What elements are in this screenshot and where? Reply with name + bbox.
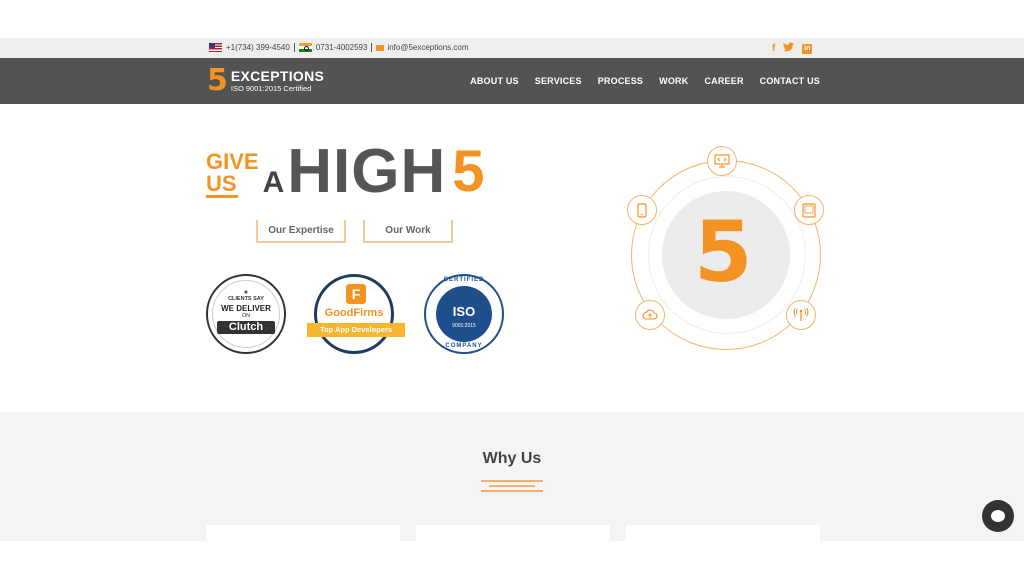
mobile-icon — [627, 195, 657, 225]
logo-digit: 5 — [207, 63, 228, 98]
hero-headline: GIVE US A HIGH 5 — [206, 137, 485, 206]
twitter-icon[interactable] — [783, 42, 795, 55]
clutch-line2: WE DELIVER — [221, 304, 271, 313]
hero-high: HIGH — [287, 137, 447, 206]
why-us-section: Why Us — [0, 412, 1024, 541]
star-icon: ★ — [243, 290, 249, 296]
why-us-heading: Why Us — [482, 450, 542, 467]
give-us-stack: GIVE US — [206, 151, 259, 198]
cloud-icon — [635, 300, 665, 330]
facebook-icon[interactable]: f — [772, 43, 775, 54]
brand-texts: EXCEPTIONS ISO 9001:2015 Certified — [230, 68, 325, 94]
hero-give: GIVE — [206, 149, 259, 174]
contact-list: +1(734) 399-4540 0731-4002593 info@5exce… — [209, 43, 469, 52]
nav-work[interactable]: WORK — [659, 76, 688, 86]
us-phone-link[interactable]: +1(734) 399-4540 — [226, 43, 290, 52]
clutch-badge-inner: ★ CLIENTS SAY WE DELIVER ON Clutch — [212, 280, 280, 348]
goodfirms-brand: GoodFirms — [324, 307, 384, 319]
iso-top-text: CERTIFIED — [443, 277, 485, 283]
email-link[interactable]: info@5exceptions.com — [387, 43, 468, 52]
brand-tagline: ISO 9001:2015 Certified — [230, 84, 312, 93]
why-card — [206, 525, 400, 541]
our-expertise-button[interactable]: Our Expertise — [256, 220, 346, 243]
india-flag-icon — [298, 43, 312, 52]
why-card — [626, 525, 820, 541]
code-monitor-icon — [707, 146, 737, 176]
social-links: f in — [772, 42, 813, 55]
goodfirms-logo-icon: F — [346, 284, 366, 304]
why-card — [416, 525, 610, 541]
heading-underline — [481, 490, 543, 492]
heading-underline — [489, 485, 535, 487]
clutch-line3: ON — [241, 313, 251, 319]
us-flag-icon — [209, 43, 222, 52]
brand-logo[interactable]: 5 EXCEPTIONS ISO 9001:2015 Certified — [207, 63, 325, 98]
wifi-icon — [786, 300, 816, 330]
orbit-core-digit: 5 — [694, 203, 753, 301]
divider — [371, 43, 373, 52]
top-info-bar: +1(734) 399-4540 0731-4002593 info@5exce… — [0, 38, 1024, 58]
goodfirms-ribbon: Top App Developers — [307, 323, 405, 337]
nav-about-us[interactable]: ABOUT US — [470, 76, 519, 86]
brand-name: EXCEPTIONS — [230, 68, 325, 84]
hero-five: 5 — [452, 139, 485, 204]
heading-underline — [481, 480, 543, 482]
nav-career[interactable]: CAREER — [704, 76, 743, 86]
divider — [293, 43, 295, 52]
chat-widget-button[interactable] — [982, 500, 1014, 532]
main-navbar: 5 EXCEPTIONS ISO 9001:2015 Certified ABO… — [0, 58, 1024, 104]
linkedin-icon[interactable]: in — [802, 43, 813, 54]
india-phone-link[interactable]: 0731-4002593 — [316, 43, 368, 52]
iso-badge[interactable]: CERTIFIED ISO 9001:2015 COMPANY — [424, 274, 504, 354]
hero-us: US — [206, 171, 238, 198]
hero-a: A — [262, 166, 285, 199]
iso-number: 9001:2015 — [452, 323, 476, 329]
nav-services[interactable]: SERVICES — [535, 76, 582, 86]
chat-bubble-icon — [991, 510, 1005, 522]
main-menu: ABOUT US SERVICES PROCESS WORK CAREER CO… — [470, 76, 820, 86]
our-work-button[interactable]: Our Work — [363, 220, 453, 243]
nav-process[interactable]: PROCESS — [598, 76, 643, 86]
iso-mark: ISO — [452, 304, 476, 319]
mail-icon — [376, 44, 385, 51]
goodfirms-badge[interactable]: F GoodFirms Top App Developers — [307, 274, 405, 354]
nav-contact-us[interactable]: CONTACT US — [760, 76, 820, 86]
clutch-line1: CLIENTS SAY — [228, 296, 264, 302]
clutch-brand: Clutch — [217, 321, 275, 334]
tablet-icon — [794, 195, 824, 225]
clutch-badge[interactable]: ★ CLIENTS SAY WE DELIVER ON Clutch — [206, 274, 286, 354]
iso-bottom-text: COMPANY — [445, 343, 483, 349]
page: +1(734) 399-4540 0731-4002593 info@5exce… — [0, 0, 1024, 579]
